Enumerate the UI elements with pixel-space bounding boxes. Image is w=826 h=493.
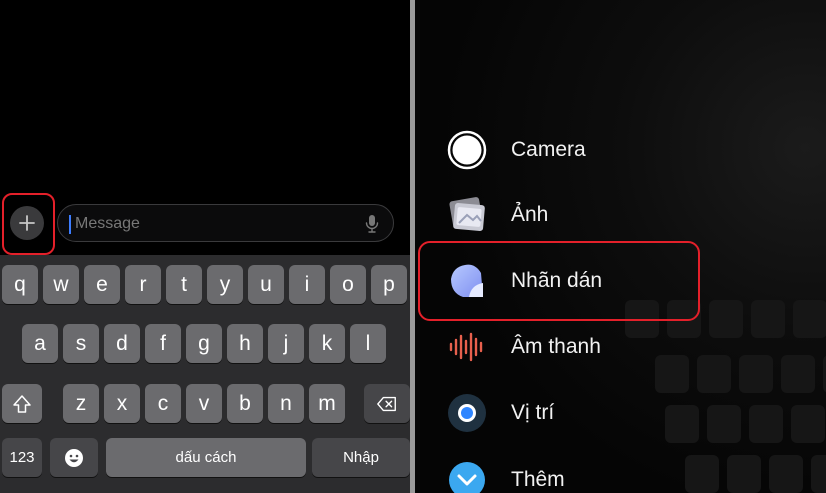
photos-icon bbox=[445, 193, 489, 237]
key-z[interactable]: z bbox=[63, 384, 99, 423]
menu-item-label: Camera bbox=[511, 138, 586, 161]
key-i[interactable]: i bbox=[289, 265, 325, 304]
key-w[interactable]: w bbox=[43, 265, 79, 304]
menu-item-label: Ảnh bbox=[511, 203, 549, 226]
key-p[interactable]: p bbox=[371, 265, 407, 304]
key-e[interactable]: e bbox=[84, 265, 120, 304]
delete-key[interactable] bbox=[364, 384, 410, 423]
key-b[interactable]: b bbox=[227, 384, 263, 423]
return-key[interactable]: Nhập bbox=[312, 438, 410, 477]
numbers-key[interactable]: 123 bbox=[2, 438, 42, 477]
backspace-icon bbox=[377, 396, 396, 411]
key-c[interactable]: c bbox=[145, 384, 181, 423]
menu-item-label: Vị trí bbox=[511, 401, 555, 424]
emoji-key[interactable] bbox=[50, 438, 98, 477]
key-v[interactable]: v bbox=[186, 384, 222, 423]
key-a[interactable]: a bbox=[22, 324, 58, 363]
menu-item-camera[interactable]: Camera bbox=[445, 125, 805, 175]
message-field[interactable] bbox=[57, 204, 394, 243]
key-q[interactable]: q bbox=[2, 265, 38, 304]
microphone-icon[interactable] bbox=[365, 214, 379, 234]
stickers-highlight bbox=[418, 241, 700, 321]
key-f[interactable]: f bbox=[145, 324, 181, 363]
space-key[interactable]: dấu cách bbox=[106, 438, 306, 477]
shift-icon bbox=[13, 394, 31, 413]
key-r[interactable]: r bbox=[125, 265, 161, 304]
menu-item-more[interactable]: Thêm bbox=[445, 455, 805, 493]
key-t[interactable]: t bbox=[166, 265, 202, 304]
menu-item-label: Thêm bbox=[511, 468, 565, 491]
message-input[interactable] bbox=[73, 205, 357, 243]
more-chevron-icon bbox=[445, 458, 489, 493]
key-l[interactable]: l bbox=[350, 324, 386, 363]
menu-item-audio[interactable]: Âm thanh bbox=[445, 322, 805, 372]
key-n[interactable]: n bbox=[268, 384, 304, 423]
blurred-key bbox=[811, 455, 826, 493]
key-u[interactable]: u bbox=[248, 265, 284, 304]
audio-waveform-icon bbox=[445, 325, 489, 369]
key-y[interactable]: y bbox=[207, 265, 243, 304]
key-o[interactable]: o bbox=[330, 265, 366, 304]
key-g[interactable]: g bbox=[186, 324, 222, 363]
camera-icon bbox=[445, 128, 489, 172]
key-h[interactable]: h bbox=[227, 324, 263, 363]
key-m[interactable]: m bbox=[309, 384, 345, 423]
menu-item-location[interactable]: Vị trí bbox=[445, 388, 805, 438]
key-j[interactable]: j bbox=[268, 324, 304, 363]
key-s[interactable]: s bbox=[63, 324, 99, 363]
keyboard: qwertyuiop asdfghjkl zxcvbnm 123 dấu các… bbox=[0, 255, 410, 493]
text-caret bbox=[69, 215, 71, 234]
key-k[interactable]: k bbox=[309, 324, 345, 363]
menu-item-photos[interactable]: Ảnh bbox=[445, 190, 805, 240]
attachment-menu-screen: Camera Ảnh Nhãn dán Âm thanh Vị trí Thêm bbox=[415, 0, 826, 493]
key-d[interactable]: d bbox=[104, 324, 140, 363]
location-icon bbox=[445, 391, 489, 435]
shift-key[interactable] bbox=[2, 384, 42, 423]
menu-item-label: Âm thanh bbox=[511, 335, 601, 358]
plus-button-highlight bbox=[2, 193, 55, 255]
messages-compose-screen: qwertyuiop asdfghjkl zxcvbnm 123 dấu các… bbox=[0, 0, 410, 493]
emoji-icon bbox=[65, 448, 83, 467]
key-x[interactable]: x bbox=[104, 384, 140, 423]
